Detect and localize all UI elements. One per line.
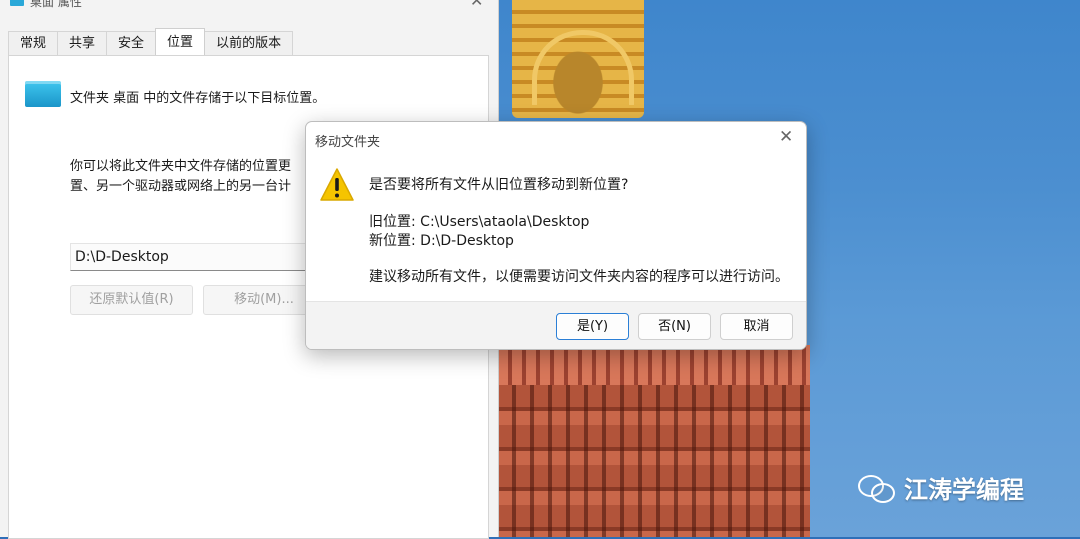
- new-location-text: 新位置: D:\D-Desktop: [369, 233, 514, 249]
- wechat-icon: [858, 473, 896, 503]
- folder-icon: [25, 81, 61, 107]
- properties-close-icon[interactable]: ✕: [470, 0, 483, 10]
- yes-button[interactable]: 是(Y): [556, 313, 629, 340]
- temple-spire-image: [512, 0, 644, 118]
- tab-location[interactable]: 位置: [155, 28, 206, 55]
- watermark-text: 江涛学编程: [904, 476, 1024, 504]
- dialog-close-icon[interactable]: ✕: [779, 127, 793, 147]
- tab-general[interactable]: 常规: [8, 31, 59, 56]
- explanation-line-2: 置、另一个驱动器或网络上的另一台计: [70, 179, 292, 194]
- tab-sharing[interactable]: 共享: [57, 31, 108, 56]
- cancel-button[interactable]: 取消: [720, 313, 793, 340]
- folder-small-icon: [10, 0, 24, 6]
- explanation-line-1: 你可以将此文件夹中文件存储的位置更: [70, 159, 292, 174]
- dialog-title: 移动文件夹: [315, 135, 381, 150]
- watermark: 江涛学编程: [858, 470, 1024, 505]
- location-path-input[interactable]: D:\D-Desktop: [70, 243, 336, 271]
- old-location-text: 旧位置: C:\Users\ataola\Desktop: [369, 214, 590, 230]
- warning-icon: [320, 168, 354, 201]
- tab-security[interactable]: 安全: [106, 31, 157, 56]
- temple-image: [498, 345, 810, 537]
- dialog-note: 建议移动所有文件，以便需要访问文件夹内容的程序可以进行访问。: [369, 269, 789, 285]
- properties-titlebar: 桌面 属性 ✕: [0, 0, 498, 10]
- dialog-footer: 是(Y) 否(N) 取消: [306, 301, 806, 349]
- dialog-question: 是否要将所有文件从旧位置移动到新位置?: [369, 177, 629, 193]
- location-description: 文件夹 桌面 中的文件存储于以下目标位置。: [70, 91, 326, 106]
- properties-tabs: 常规 共享 安全 位置 以前的版本: [8, 28, 294, 56]
- tab-previous-versions[interactable]: 以前的版本: [204, 31, 294, 56]
- no-button[interactable]: 否(N): [638, 313, 711, 340]
- move-folder-dialog: 移动文件夹 ✕ 是否要将所有文件从旧位置移动到新位置? 旧位置: C:\User…: [305, 121, 807, 350]
- restore-default-button[interactable]: 还原默认值(R): [70, 285, 193, 315]
- properties-title: 桌面 属性: [30, 0, 82, 9]
- location-explanation: 你可以将此文件夹中文件存储的位置更 置、另一个驱动器或网络上的另一台计: [70, 157, 305, 197]
